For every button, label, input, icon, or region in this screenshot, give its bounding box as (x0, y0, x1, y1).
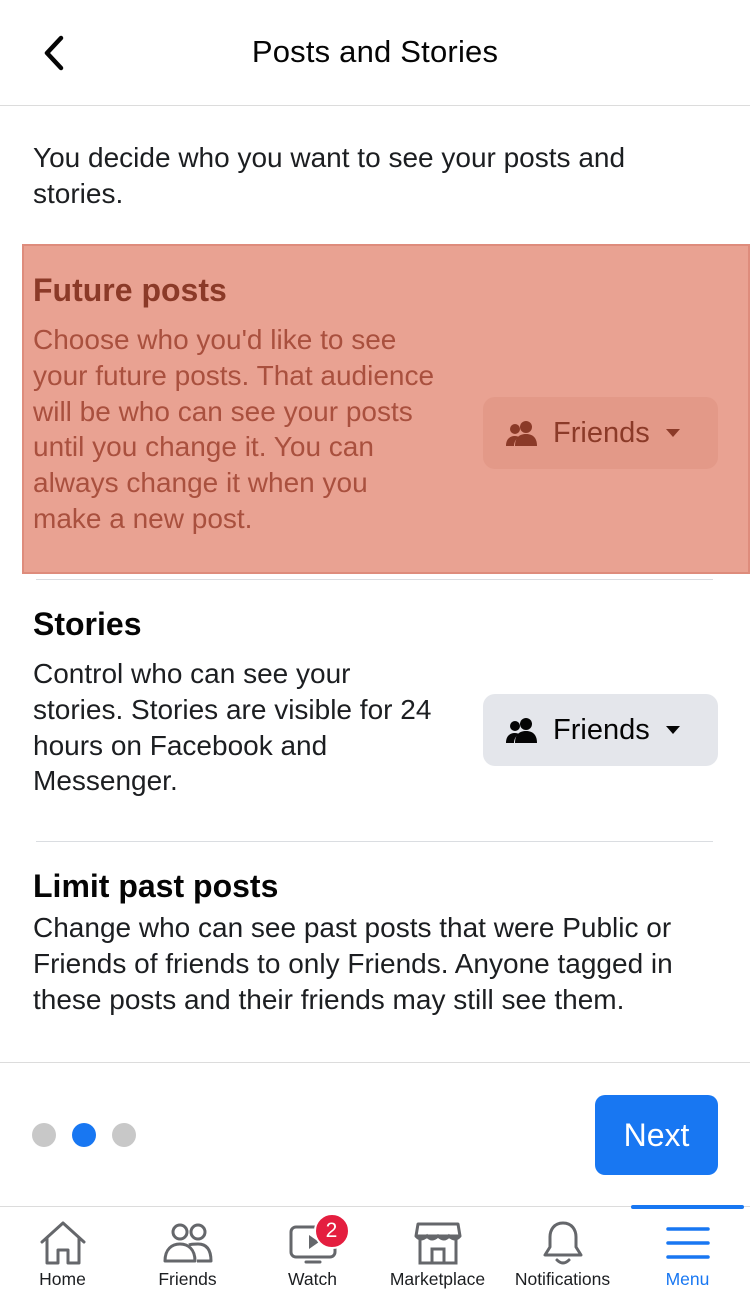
page-dot-active (72, 1123, 96, 1147)
friends-icon (506, 718, 537, 743)
home-icon (40, 1221, 85, 1265)
future-posts-title: Future posts (33, 272, 227, 308)
page-dot (32, 1123, 56, 1147)
limit-past-posts-section: Limit past posts Change who can see past… (33, 866, 723, 1017)
tab-label: Menu (665, 1269, 710, 1289)
caret-down-icon (665, 726, 680, 734)
tab-home[interactable]: Home (0, 1207, 125, 1295)
tab-watch[interactable]: 2 Watch (250, 1207, 375, 1295)
caret-down-icon (665, 429, 680, 437)
next-button[interactable]: Next (595, 1095, 718, 1175)
future-posts-audience-button[interactable]: Friends (483, 397, 718, 469)
tab-label: Home (39, 1269, 86, 1289)
stories-description: Control who can see your stories. Storie… (33, 658, 432, 797)
bottom-tab-bar: Home Friends 2 Watch Marketplace Notific… (0, 1205, 750, 1295)
divider (36, 841, 713, 842)
limit-past-posts-title: Limit past posts (33, 868, 279, 904)
stories-title: Stories (33, 606, 142, 642)
intro-text: You decide who you want to see your post… (33, 142, 626, 209)
page-title: Posts and Stories (251, 34, 499, 69)
tab-notifications[interactable]: Notifications (500, 1207, 625, 1295)
watch-badge: 2 (313, 1213, 350, 1249)
page-dot (112, 1123, 136, 1147)
divider (0, 1062, 750, 1063)
header-bar: Posts and Stories (0, 0, 750, 106)
limit-past-posts-description: Change who can see past posts that were … (33, 912, 673, 1015)
marketplace-icon (414, 1222, 461, 1265)
friends-icon (163, 1223, 212, 1263)
tab-label: Notifications (514, 1269, 611, 1289)
future-posts-description: Choose who you'd like to see your future… (33, 324, 435, 534)
bell-icon (543, 1221, 582, 1265)
tab-label: Friends (158, 1269, 217, 1289)
tab-marketplace[interactable]: Marketplace (375, 1207, 500, 1295)
stories-audience-label: Friends (553, 713, 650, 746)
friends-icon (506, 421, 537, 446)
tab-friends[interactable]: Friends (125, 1207, 250, 1295)
tab-menu[interactable]: Menu (625, 1205, 750, 1295)
menu-icon (665, 1227, 710, 1259)
tab-label: Marketplace (389, 1269, 486, 1289)
stories-audience-button[interactable]: Friends (483, 694, 718, 766)
divider (36, 579, 713, 580)
tab-label: Watch (288, 1269, 337, 1289)
page-indicator (32, 1123, 136, 1147)
future-posts-audience-label: Friends (553, 416, 650, 449)
